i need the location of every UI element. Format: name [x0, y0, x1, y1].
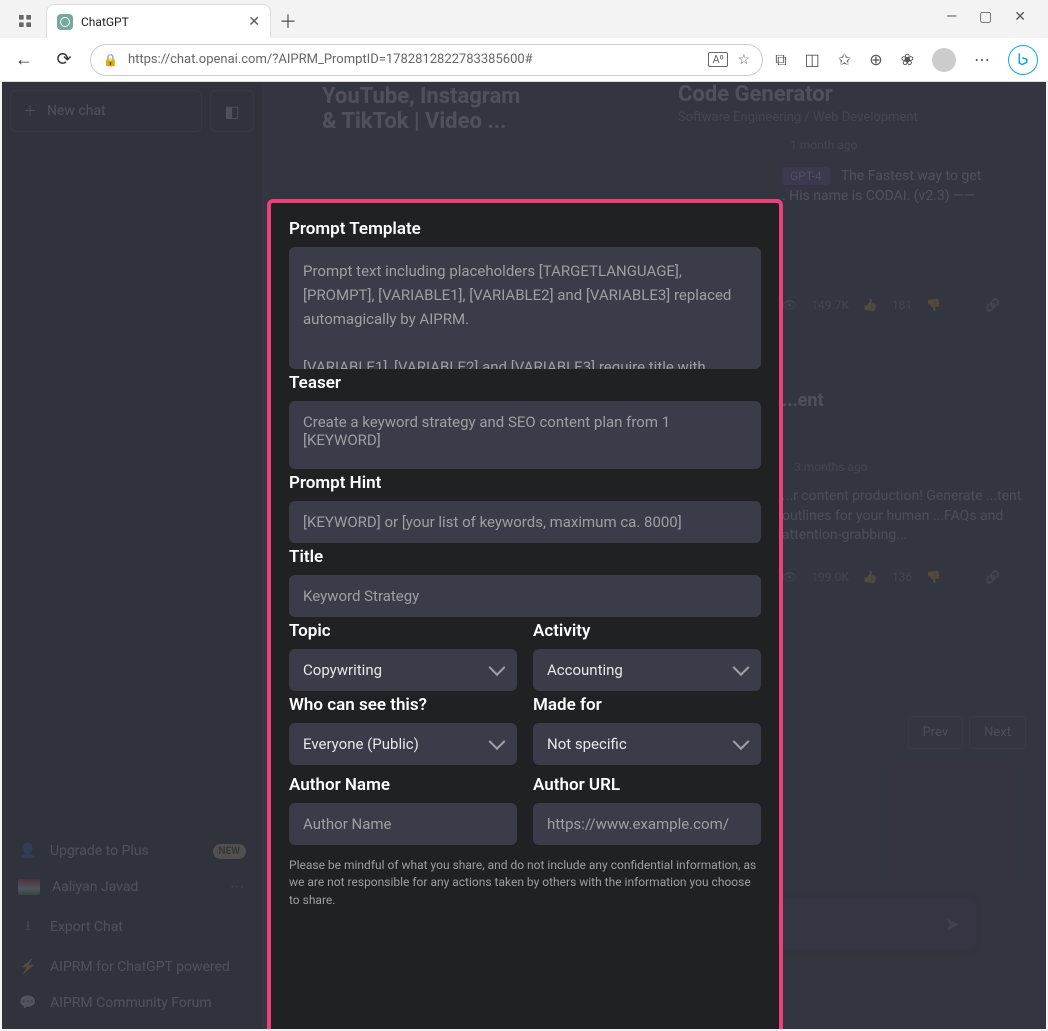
- favorite-icon[interactable]: ☆: [738, 52, 751, 68]
- prompt-hint-input[interactable]: [289, 501, 761, 543]
- back-button[interactable]: ←: [10, 46, 38, 74]
- author-name-input[interactable]: [289, 803, 517, 845]
- eye-icon: 👁: [782, 298, 797, 312]
- aiprm-powered-label: AIPRM for ChatGPT powered: [50, 959, 230, 975]
- browser-tab[interactable]: ChatGPT ✕: [46, 4, 271, 38]
- window-controls: — ▢ ✕: [924, 0, 1048, 34]
- made-for-select[interactable]: Not specific: [533, 723, 761, 765]
- visibility-select[interactable]: Everyone (Public): [289, 723, 517, 765]
- send-icon[interactable]: ➤: [945, 914, 960, 935]
- window-minimize-icon[interactable]: —: [946, 9, 957, 25]
- chat-icon: 💬: [18, 995, 38, 1011]
- author-url-label: Author URL: [533, 775, 761, 795]
- prev-button[interactable]: Prev: [908, 716, 964, 749]
- new-chat-label: New chat: [47, 103, 106, 119]
- topic-label: Topic: [289, 621, 517, 641]
- new-tab-button[interactable]: ＋: [279, 8, 297, 34]
- user-avatar-icon: [18, 879, 40, 895]
- upgrade-label: Upgrade to Plus: [50, 843, 149, 859]
- bg-stats-1: 👁149.7K 👍181 👎 🔗: [782, 298, 1000, 312]
- extensions-icon[interactable]: ⧉: [775, 50, 786, 70]
- teaser-textarea[interactable]: [289, 401, 761, 469]
- upgrade-to-plus[interactable]: 👤 Upgrade to Plus NEW: [10, 833, 254, 869]
- thumbs-up-icon: 👍: [863, 570, 878, 584]
- title-input[interactable]: [289, 575, 761, 617]
- user-menu[interactable]: Aaliyan Javad ⋯: [10, 869, 254, 905]
- aiprm-forum[interactable]: 💬 AIPRM Community Forum: [10, 985, 254, 1021]
- link-icon: 🔗: [985, 570, 1000, 584]
- bg-card-c-title: ...ent: [782, 390, 824, 411]
- chatgpt-favicon-icon: [57, 14, 73, 30]
- prompt-template-modal: Prompt Template Teaser Prompt Hint Title…: [267, 199, 783, 1029]
- visibility-label: Who can see this?: [289, 695, 517, 715]
- tab-strip: ChatGPT ✕ ＋: [10, 4, 297, 38]
- link-icon: 🔗: [985, 298, 1000, 312]
- prompt-template-textarea[interactable]: [289, 247, 761, 369]
- favorites-bar-icon[interactable]: ✩: [838, 50, 851, 69]
- collections-icon[interactable]: ⊕: [869, 50, 882, 69]
- export-label: Export Chat: [50, 919, 123, 935]
- user-name: Aaliyan Javad: [52, 879, 138, 895]
- thumbs-down-icon: 👎: [926, 570, 941, 584]
- thumbs-up-icon: 👍: [863, 298, 878, 312]
- made-for-label: Made for: [533, 695, 761, 715]
- bg-card-b-age: 1 month ago: [790, 138, 857, 152]
- prompt-hint-label: Prompt Hint: [289, 473, 761, 493]
- bg-card-b-title: Code Generator: [678, 82, 833, 107]
- tab-close-icon[interactable]: ✕: [248, 14, 260, 30]
- author-url-input[interactable]: [533, 803, 761, 845]
- bing-chat-icon[interactable]: [1008, 45, 1038, 75]
- bg-stats-2: 👁199.0K 👍136 👎 🔗: [782, 570, 1000, 584]
- window-close-icon[interactable]: ✕: [1014, 9, 1026, 25]
- title-label: Title: [289, 547, 761, 567]
- more-menu-icon[interactable]: ⋯: [974, 50, 990, 69]
- new-chat-button[interactable]: ＋ New chat: [10, 90, 202, 132]
- split-screen-icon[interactable]: ◫: [805, 50, 820, 69]
- plus-icon: ＋: [23, 101, 37, 121]
- url-text: https://chat.openai.com/?AIPRM_PromptID=…: [128, 52, 698, 67]
- bg-card-c-age: 3 months ago: [794, 460, 868, 474]
- tab-title: ChatGPT: [81, 15, 240, 29]
- bg-card-a-title: YouTube, Instagram & TikTok | Video ...: [322, 84, 520, 134]
- activity-label: Activity: [533, 621, 761, 641]
- new-badge: NEW: [213, 844, 247, 859]
- download-icon: ⭳: [18, 915, 38, 939]
- author-name-label: Author Name: [289, 775, 517, 795]
- eye-icon: 👁: [782, 570, 797, 584]
- activity-select[interactable]: Accounting: [533, 649, 761, 691]
- topic-select[interactable]: Copywriting: [289, 649, 517, 691]
- prompt-template-label: Prompt Template: [289, 219, 761, 239]
- bolt-icon: ⚡: [18, 959, 38, 975]
- pager: Prev Next: [908, 716, 1026, 749]
- user-icon: 👤: [18, 843, 38, 859]
- shopping-icon[interactable]: ❀: [901, 50, 914, 69]
- window-maximize-icon[interactable]: ▢: [979, 9, 992, 25]
- export-chat[interactable]: ⭳ Export Chat: [10, 905, 254, 949]
- next-button[interactable]: Next: [969, 716, 1026, 749]
- browser-toolbar: ← ⟳ 🔒 https://chat.openai.com/?AIPRM_Pro…: [0, 38, 1048, 82]
- user-menu-more-icon: ⋯: [230, 879, 246, 895]
- bg-card-b-meta: Software Engineering / Web Development: [678, 110, 918, 125]
- bg-card-c-blurb: ...r content production! Generate ...ten…: [782, 487, 1026, 546]
- modal-actions: Cancel Save Prompt: [289, 1019, 761, 1029]
- aiprm-powered[interactable]: ⚡ AIPRM for ChatGPT powered: [10, 949, 254, 985]
- bg-codai-line: . His name is CODAI. (v2.3) ——: [782, 188, 975, 204]
- panel-icon: ◧: [224, 102, 239, 121]
- reader-mode-icon[interactable]: A⁰: [708, 52, 727, 67]
- refresh-button[interactable]: ⟳: [50, 46, 78, 74]
- tab-overview-icon[interactable]: [10, 6, 40, 36]
- disclaimer-text: Please be mindful of what you share, and…: [289, 857, 761, 909]
- lock-icon: 🔒: [103, 53, 118, 67]
- sidebar: ＋ New chat ◧ 👤 Upgrade to Plus NEW Aaliy…: [2, 82, 262, 1029]
- address-bar[interactable]: 🔒 https://chat.openai.com/?AIPRM_PromptI…: [90, 44, 763, 76]
- profile-avatar-icon[interactable]: [932, 48, 956, 72]
- thumbs-down-icon: 👎: [926, 298, 941, 312]
- bg-gpt4-row: GPT-4 The Fastest way to get: [782, 168, 981, 184]
- gpt4-badge: GPT-4: [782, 167, 830, 185]
- hide-sidebar-button[interactable]: ◧: [210, 90, 254, 132]
- aiprm-forum-label: AIPRM Community Forum: [50, 995, 212, 1011]
- teaser-label: Teaser: [289, 373, 761, 393]
